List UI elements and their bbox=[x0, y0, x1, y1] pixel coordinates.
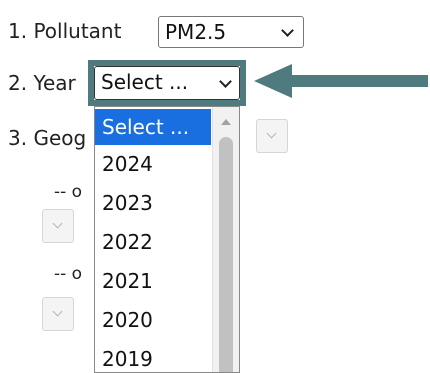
geography-label: 3. Geog bbox=[8, 126, 87, 150]
year-option[interactable]: 2021 bbox=[95, 263, 211, 299]
pollutant-label: 1. Pollutant bbox=[8, 19, 122, 43]
scrollbar-thumb[interactable] bbox=[219, 137, 233, 372]
chevron-down-icon bbox=[281, 24, 294, 37]
geography-select[interactable] bbox=[256, 119, 288, 153]
year-option[interactable]: 2023 bbox=[95, 185, 211, 221]
chevron-down-icon bbox=[266, 128, 277, 139]
year-option[interactable]: Select ... bbox=[95, 109, 211, 145]
dropdown-scrollbar[interactable] bbox=[212, 107, 239, 372]
or-separator: -- o bbox=[54, 264, 83, 284]
pointer-arrow-icon bbox=[254, 64, 428, 98]
year-option[interactable]: 2022 bbox=[95, 224, 211, 260]
scroll-up-icon[interactable] bbox=[221, 119, 231, 125]
year-select[interactable]: Select ... bbox=[94, 66, 240, 100]
year-option[interactable]: 2020 bbox=[95, 302, 211, 338]
stage: 1. Pollutant PM2.5 2. Year Select ... 3.… bbox=[0, 0, 430, 373]
chevron-down-icon bbox=[52, 218, 63, 229]
year-option[interactable]: 2024 bbox=[95, 146, 211, 182]
or-separator: -- o bbox=[54, 182, 83, 202]
chevron-down-icon bbox=[219, 75, 232, 88]
sub-geography-select[interactable] bbox=[42, 209, 74, 243]
pollutant-select[interactable]: PM2.5 bbox=[158, 16, 304, 48]
chevron-down-icon bbox=[52, 306, 63, 317]
year-select-value: Select ... bbox=[101, 70, 189, 94]
year-dropdown-list[interactable]: Select ... 2024 2023 2022 2021 2020 2019 bbox=[94, 106, 240, 373]
year-label: 2. Year bbox=[8, 71, 76, 95]
pollutant-select-value: PM2.5 bbox=[165, 20, 227, 44]
sub-geography-select[interactable] bbox=[42, 297, 74, 331]
year-option[interactable]: 2019 bbox=[95, 341, 211, 372]
